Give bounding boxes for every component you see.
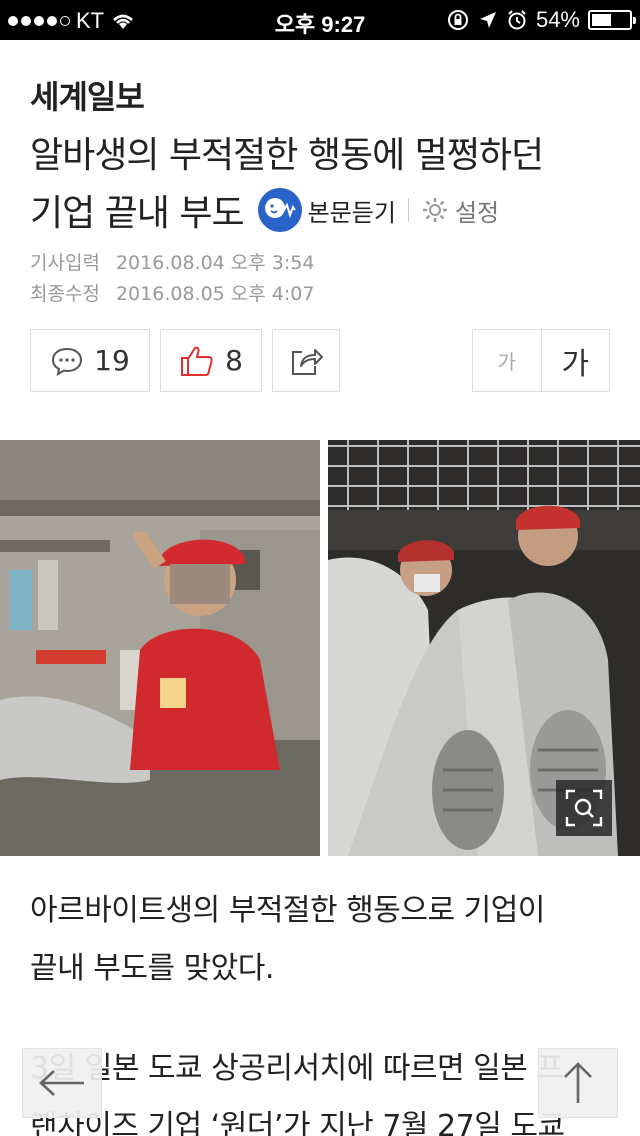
publisher-logo[interactable]: 세계일보 bbox=[30, 72, 145, 118]
modified-date: 최종수정 2016.08.05 오후 4:07 bbox=[30, 279, 314, 306]
modified-label: 최종수정 bbox=[30, 283, 100, 305]
published-date: 기사입력 2016.08.04 오후 3:54 bbox=[30, 248, 314, 275]
location-icon bbox=[479, 12, 496, 28]
up-arrow-icon bbox=[564, 1062, 592, 1103]
font-smaller-button[interactable]: 가 bbox=[473, 330, 541, 391]
paragraph-1: 아르바이트생의 부적절한 행동으로 기업이 끝내 부도를 맞았다. bbox=[30, 882, 620, 998]
paragraph-1-line-2: 끝내 부도를 맞았다. bbox=[30, 951, 274, 986]
paragraph-1-line-1: 아르바이트생의 부적절한 행동으로 기업이 bbox=[30, 893, 545, 928]
alarm-icon bbox=[508, 10, 526, 30]
share-button[interactable] bbox=[272, 329, 340, 392]
battery-icon bbox=[588, 10, 636, 30]
rotation-lock-icon bbox=[447, 10, 468, 30]
published-label: 기사입력 bbox=[30, 252, 100, 274]
listen-label: 본문듣기 bbox=[307, 198, 396, 227]
back-arrow-icon bbox=[39, 1070, 84, 1096]
battery-fill bbox=[592, 14, 611, 26]
scroll-top-button[interactable] bbox=[538, 1048, 618, 1118]
font-size-control: 가 가 bbox=[472, 329, 610, 392]
zoom-button[interactable] bbox=[556, 780, 612, 836]
share-icon bbox=[292, 348, 323, 375]
headline-row-2: 기업 끝내 부도 본문듣기 설정 bbox=[30, 184, 499, 236]
status-bar: KT 오후 9:27 54% bbox=[0, 0, 640, 40]
back-button[interactable] bbox=[22, 1048, 102, 1118]
paragraph-2: 3일 일본 도쿄 상공리서치에 따르면 일본 프 랜차이즈 기업 ‘원더’가 지… bbox=[30, 1040, 620, 1136]
like-count: 8 bbox=[225, 344, 243, 377]
comment-icon bbox=[52, 347, 83, 376]
modified-value: 2016.08.05 오후 4:07 bbox=[115, 283, 315, 305]
headline-continued: 기업 끝내 부도 bbox=[30, 193, 245, 234]
headline: 알바생의 부적절한 행동에 멀쩡하던 bbox=[30, 135, 544, 176]
gear-icon bbox=[422, 198, 447, 222]
divider bbox=[407, 198, 409, 222]
like-button[interactable]: 8 bbox=[160, 329, 262, 392]
listen-icon bbox=[257, 188, 302, 232]
thumbs-up-icon bbox=[181, 346, 213, 376]
listen-button[interactable]: 본문듣기 bbox=[257, 188, 396, 232]
comment-button[interactable]: 19 bbox=[30, 329, 150, 392]
battery-percent: 54% bbox=[535, 7, 580, 32]
status-right: 54% bbox=[446, 7, 636, 33]
article-photo[interactable] bbox=[0, 440, 640, 856]
paragraph-2-line-1: 3일 일본 도쿄 상공리서치에 따르면 일본 프 bbox=[30, 1051, 564, 1086]
settings-label: 설정 bbox=[454, 198, 500, 227]
font-larger-button[interactable]: 가 bbox=[540, 330, 610, 391]
published-value: 2016.08.04 오후 3:54 bbox=[115, 252, 315, 274]
comment-count: 19 bbox=[94, 344, 130, 377]
settings-button[interactable]: 설정 bbox=[421, 193, 499, 228]
photo-left-panel bbox=[0, 440, 320, 856]
zoom-icon bbox=[565, 789, 603, 827]
paragraph-2-line-2: 랜차이즈 기업 ‘원더’가 지난 7월 27일 도쿄 bbox=[30, 1109, 565, 1136]
